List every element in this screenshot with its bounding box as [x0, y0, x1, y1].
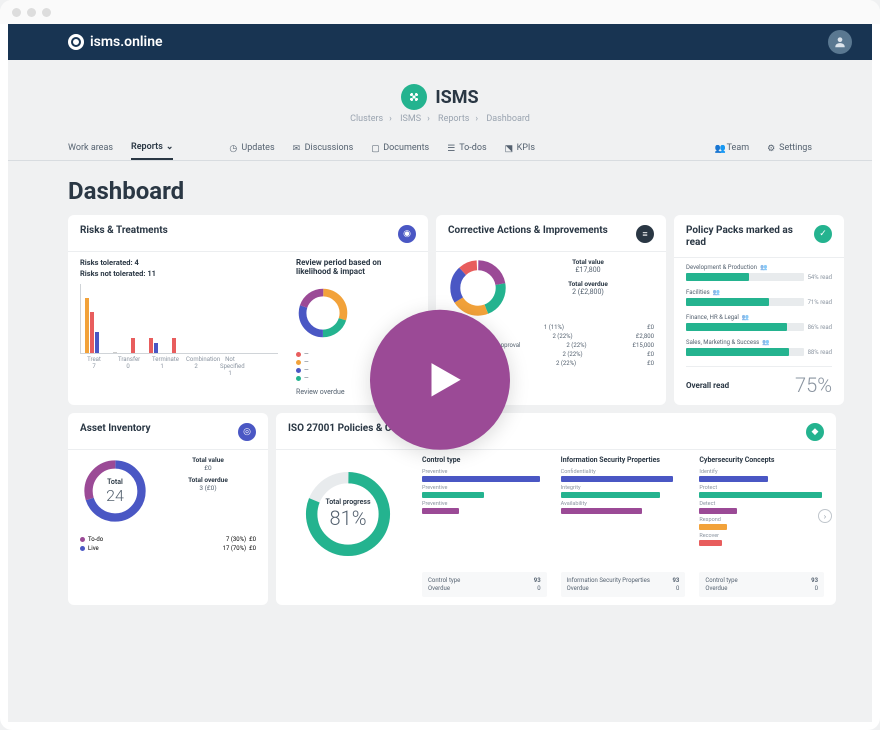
iso-footer-box: Control type93Overdue0: [699, 572, 824, 597]
brand-logo[interactable]: isms.online: [68, 34, 163, 50]
iso-badge-icon[interactable]: ◆: [806, 423, 824, 441]
asset-donut: Total24: [80, 456, 150, 526]
asset-badge-icon[interactable]: ◎: [238, 423, 256, 441]
review-donut: [296, 286, 350, 340]
cluster-title: ISMS: [8, 84, 872, 110]
tab-discussions[interactable]: ✉Discussions: [293, 139, 354, 159]
iso-footer-box: Information Security Properties93Overdue…: [561, 572, 686, 597]
window-titlebar: [0, 0, 880, 24]
play-button[interactable]: [370, 310, 510, 450]
corrective-badge-icon[interactable]: ≡: [636, 225, 654, 243]
top-navbar: isms.online: [8, 24, 872, 60]
document-icon: ▢: [371, 144, 380, 153]
chart-icon: ⬔: [505, 144, 514, 153]
chat-icon: ✉: [293, 144, 302, 153]
risks-tolerated: Risks tolerated: 4: [80, 258, 278, 267]
clock-icon: ◷: [229, 144, 238, 153]
corrective-donut: [448, 258, 508, 318]
policy-row: Sales, Marketing & Success 👥88% read: [686, 339, 832, 358]
breadcrumb[interactable]: Clusters› ISMS› Reports› Dashboard: [8, 114, 872, 124]
shield-icon[interactable]: ✓: [814, 225, 832, 243]
cluster-icon: [401, 84, 427, 110]
tab-documents[interactable]: ▢Documents: [371, 139, 429, 159]
iso-progress-donut: Total progress81%: [300, 466, 396, 562]
tab-reports[interactable]: Reports ⌄: [131, 138, 173, 160]
tab-todos[interactable]: ☰To-dos: [447, 139, 486, 159]
user-avatar[interactable]: [828, 30, 852, 54]
brand-name: isms.online: [90, 34, 163, 50]
tabs-row: Work areas Reports ⌄ ◷Updates ✉Discussio…: [8, 132, 872, 161]
iso-column: Control typePreventivePreventivePreventi…: [422, 456, 547, 562]
iso-column: Cybersecurity ConceptsIdentifyProtectDet…: [699, 456, 824, 562]
risks-not-tolerated: Risks not tolerated: 11: [80, 269, 278, 278]
card-asset: Asset Inventory ◎ Total24 Total value£0: [68, 413, 268, 605]
risks-badge-icon[interactable]: ◉: [398, 225, 416, 243]
policy-row: Facilities 👥71% read: [686, 289, 832, 308]
traffic-light-icon: [12, 8, 21, 17]
card-title: Asset Inventory: [80, 423, 150, 435]
team-icon: 👥: [715, 144, 724, 153]
page-title: Dashboard: [8, 161, 872, 215]
traffic-light-icon: [27, 8, 36, 17]
card-policy: Policy Packs marked as read ✓ Developmen…: [674, 215, 844, 405]
tab-team[interactable]: 👥Team: [715, 139, 750, 159]
tab-settings[interactable]: ⚙Settings: [767, 139, 812, 159]
iso-footer-box: Control type93Overdue0: [422, 572, 547, 597]
card-title: Risks & Treatments: [80, 225, 168, 237]
tab-updates[interactable]: ◷Updates: [229, 139, 274, 159]
policy-row: Development & Production 👥54% read: [686, 264, 832, 283]
traffic-light-icon: [42, 8, 51, 17]
chevron-down-icon: ⌄: [166, 142, 174, 152]
asset-legend: To-do7 (30%)£0 Live17 (70%)£0: [80, 536, 256, 552]
card-title: Policy Packs marked as read: [686, 225, 814, 249]
tab-work-areas[interactable]: Work areas: [68, 139, 113, 159]
policy-row: Finance, HR & Legal 👥86% read: [686, 314, 832, 333]
tab-kpis[interactable]: ⬔KPIs: [505, 139, 535, 159]
checklist-icon: ☰: [447, 144, 456, 153]
logo-icon: [68, 34, 84, 50]
risks-barchart: [80, 284, 278, 354]
card-iso: ISO 27001 Policies & Controls ◆ Total pr…: [276, 413, 836, 605]
expand-icon[interactable]: ›: [818, 509, 832, 523]
gear-icon: ⚙: [767, 144, 776, 153]
iso-column: Information Security PropertiesConfident…: [561, 456, 686, 562]
card-title: Corrective Actions & Improvements: [448, 225, 608, 237]
